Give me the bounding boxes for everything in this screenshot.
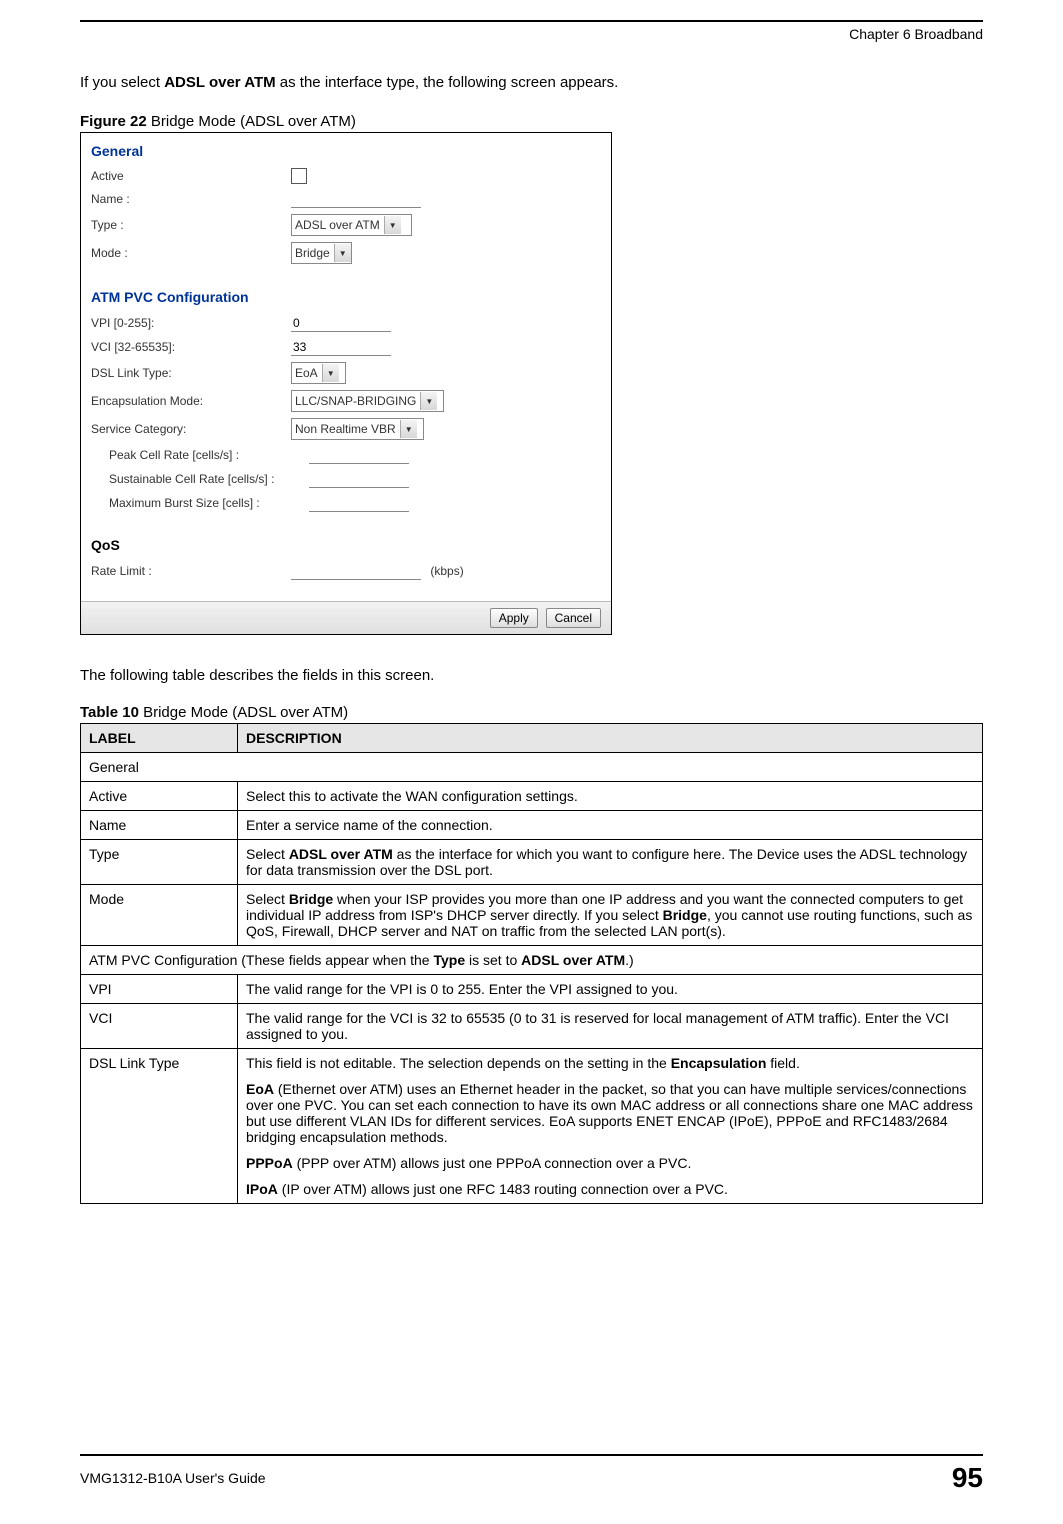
rate-label: Rate Limit : [91, 564, 291, 578]
th-desc: DESCRIPTION [238, 724, 983, 753]
mode-value: Bridge [295, 246, 330, 260]
vpi-input[interactable] [291, 314, 391, 332]
svc-label: Service Category: [91, 422, 291, 436]
figure-title: Bridge Mode (ADSL over ATM) [147, 113, 356, 130]
section-general: General [91, 143, 601, 159]
mbs-input[interactable] [309, 494, 409, 512]
dsl-label: DSL Link Type: [91, 366, 291, 380]
mode-select[interactable]: Bridge ▼ [291, 242, 352, 264]
section-qos: QoS [91, 537, 601, 553]
chevron-down-icon: ▼ [322, 364, 339, 382]
row-vci-label: VCI [81, 1004, 238, 1049]
vpi-label: VPI [0-255]: [91, 316, 291, 330]
description-table: LABEL DESCRIPTION General Active Select … [80, 723, 983, 1204]
mode-label: Mode : [91, 246, 291, 260]
table-label: Table 10 [80, 704, 139, 721]
chevron-down-icon: ▼ [420, 392, 437, 410]
type-select[interactable]: ADSL over ATM ▼ [291, 214, 412, 236]
table-row: General [81, 753, 983, 782]
row-active-desc: Select this to activate the WAN configur… [238, 782, 983, 811]
section-atm: ATM PVC Configuration [91, 289, 601, 305]
vci-input[interactable] [291, 338, 391, 356]
rate-input[interactable] [291, 562, 421, 580]
encap-select[interactable]: LLC/SNAP-BRIDGING ▼ [291, 390, 444, 412]
table-row: Mode Select Bridge when your ISP provide… [81, 885, 983, 946]
row-name-desc: Enter a service name of the connection. [238, 811, 983, 840]
button-bar: Apply Cancel [81, 601, 611, 634]
pcr-label: Peak Cell Rate [cells/s] : [91, 448, 309, 462]
name-label: Name : [91, 192, 291, 206]
figure-label: Figure 22 [80, 113, 147, 130]
vci-label: VCI [32-65535]: [91, 340, 291, 354]
pcr-input[interactable] [309, 446, 409, 464]
row-general: General [81, 753, 983, 782]
encap-value: LLC/SNAP-BRIDGING [295, 394, 416, 408]
row-dsl-desc: This field is not editable. The selectio… [238, 1049, 983, 1204]
table-row: VCI The valid range for the VCI is 32 to… [81, 1004, 983, 1049]
footer-guide: VMG1312-B10A User's Guide [80, 1470, 266, 1486]
active-label: Active [91, 169, 291, 183]
table-row: Name Enter a service name of the connect… [81, 811, 983, 840]
scr-input[interactable] [309, 470, 409, 488]
screenshot: General Active Name : Type : ADSL over A… [80, 132, 612, 635]
dsl-value: EoA [295, 366, 318, 380]
row-mode-label: Mode [81, 885, 238, 946]
mid-text: The following table describes the fields… [80, 665, 983, 686]
encap-label: Encapsulation Mode: [91, 394, 291, 408]
type-value: ADSL over ATM [295, 218, 380, 232]
cancel-button[interactable]: Cancel [546, 608, 601, 628]
table-caption: Table 10 Bridge Mode (ADSL over ATM) [80, 704, 983, 721]
row-vpi-desc: The valid range for the VPI is 0 to 255.… [238, 975, 983, 1004]
apply-button[interactable]: Apply [490, 608, 538, 628]
row-mode-desc: Select Bridge when your ISP provides you… [238, 885, 983, 946]
row-vpi-label: VPI [81, 975, 238, 1004]
intro-bold: ADSL over ATM [164, 74, 275, 91]
figure-caption: Figure 22 Bridge Mode (ADSL over ATM) [80, 113, 983, 130]
header-chapter: Chapter 6 Broadband [80, 20, 983, 42]
chevron-down-icon: ▼ [334, 244, 351, 262]
intro-text: If you select ADSL over ATM as the inter… [80, 72, 983, 93]
scr-label: Sustainable Cell Rate [cells/s] : [91, 472, 309, 486]
th-label: LABEL [81, 724, 238, 753]
row-vci-desc: The valid range for the VCI is 32 to 655… [238, 1004, 983, 1049]
chevron-down-icon: ▼ [384, 216, 401, 234]
active-checkbox[interactable] [291, 168, 307, 184]
row-atmhdr: ATM PVC Configuration (These fields appe… [81, 946, 983, 975]
row-name-label: Name [81, 811, 238, 840]
table-row: Type Select ADSL over ATM as the interfa… [81, 840, 983, 885]
chevron-down-icon: ▼ [400, 420, 417, 438]
table-row: Active Select this to activate the WAN c… [81, 782, 983, 811]
row-dsl-label: DSL Link Type [81, 1049, 238, 1204]
dsl-select[interactable]: EoA ▼ [291, 362, 346, 384]
table-row: VPI The valid range for the VPI is 0 to … [81, 975, 983, 1004]
row-type-label: Type [81, 840, 238, 885]
svc-value: Non Realtime VBR [295, 422, 396, 436]
row-active-label: Active [81, 782, 238, 811]
intro-pre: If you select [80, 74, 164, 91]
type-label: Type : [91, 218, 291, 232]
table-title: Bridge Mode (ADSL over ATM) [139, 704, 348, 721]
row-type-desc: Select ADSL over ATM as the interface fo… [238, 840, 983, 885]
mbs-label: Maximum Burst Size [cells] : [91, 496, 309, 510]
intro-post: as the interface type, the following scr… [276, 74, 619, 91]
rate-unit: (kbps) [430, 564, 463, 578]
name-input[interactable] [291, 190, 421, 208]
page-number: 95 [952, 1462, 983, 1494]
table-row: ATM PVC Configuration (These fields appe… [81, 946, 983, 975]
svc-select[interactable]: Non Realtime VBR ▼ [291, 418, 424, 440]
table-row: DSL Link Type This field is not editable… [81, 1049, 983, 1204]
